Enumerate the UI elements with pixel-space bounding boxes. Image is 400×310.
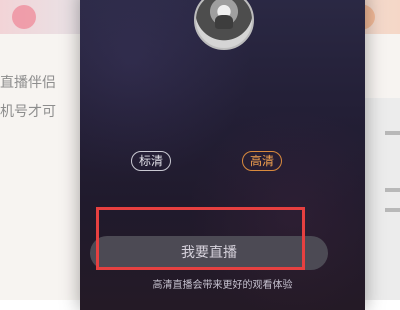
right-panel-bar	[385, 208, 400, 212]
hd-hint-text: 高清直播会带来更好的观看体验	[152, 280, 293, 291]
standard-quality-button[interactable]: 标清	[131, 151, 171, 171]
background-text-line-1: 直播伴侣	[0, 75, 56, 91]
avatar	[194, 0, 254, 50]
background-text-line-2: 机号才可	[0, 104, 56, 120]
hd-quality-button[interactable]: 高清	[242, 151, 282, 171]
right-panel-bar	[385, 188, 400, 192]
go-live-highlight-box	[96, 207, 305, 270]
decorative-blob-left	[12, 5, 36, 29]
background-right-panel	[363, 98, 400, 300]
right-panel-bar	[385, 131, 400, 135]
